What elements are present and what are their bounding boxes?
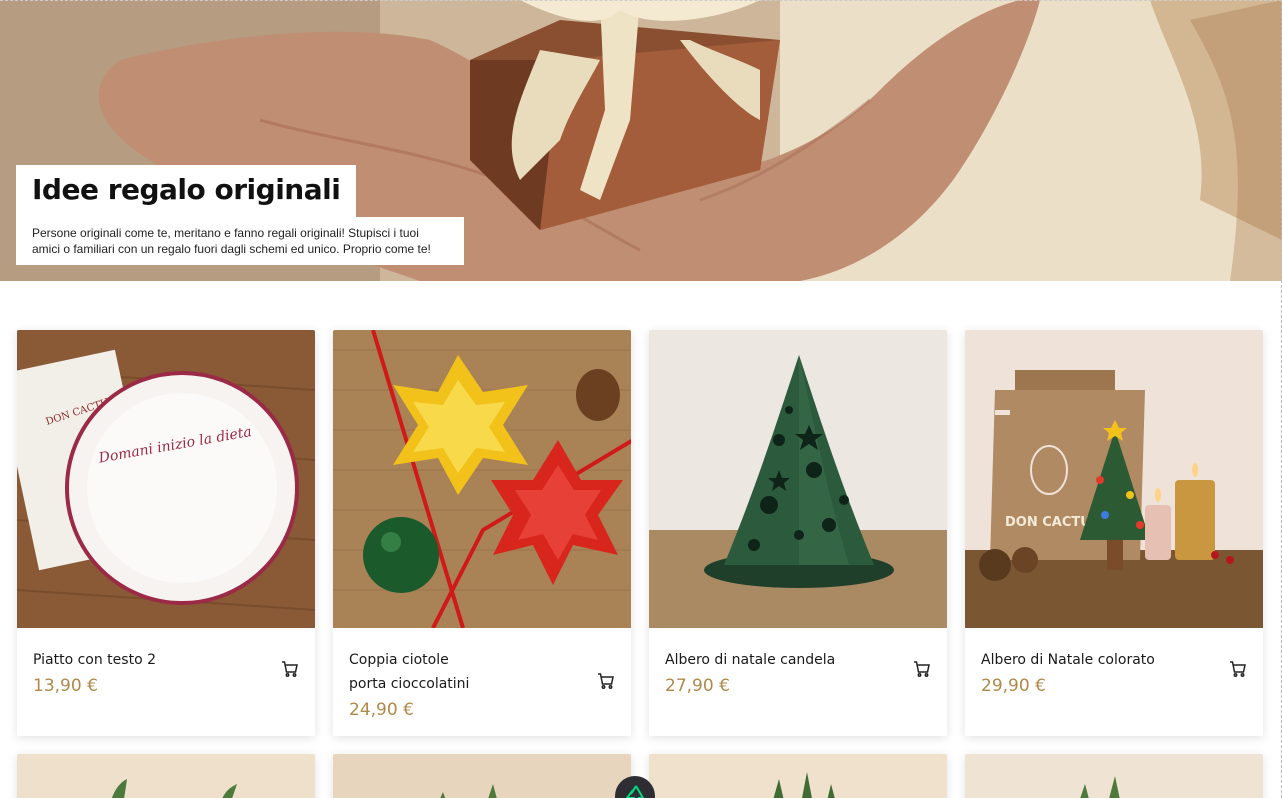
hero-description: Persone originali come te, meritano e fa… [32, 226, 431, 256]
product-card[interactable] [649, 754, 947, 798]
product-image[interactable] [649, 330, 947, 628]
product-image[interactable] [649, 754, 947, 798]
product-price: 27,90 € [665, 676, 730, 696]
product-image[interactable] [333, 330, 631, 628]
product-image[interactable] [333, 754, 631, 798]
product-price: 29,90 € [981, 676, 1046, 696]
shopping-cart-icon[interactable] [597, 672, 615, 690]
product-card[interactable] [17, 754, 315, 798]
viewport-top-border [0, 0, 1282, 1]
hero-banner: Idee regalo originali Persone originali … [0, 0, 1282, 281]
product-card[interactable] [965, 754, 1263, 798]
product-card[interactable]: Coppia ciotole porta cioccolatini 24,90 … [333, 330, 631, 736]
product-image[interactable] [965, 754, 1263, 798]
hero-description-box: Persone originali come te, meritano e fa… [16, 217, 464, 265]
shopping-cart-icon[interactable] [281, 660, 299, 678]
product-name[interactable]: Piatto con testo 2 [33, 648, 253, 672]
product-name[interactable]: Albero di Natale colorato [981, 648, 1201, 672]
product-price: 24,90 € [349, 700, 414, 720]
product-image[interactable] [17, 754, 315, 798]
product-name[interactable]: Coppia ciotole porta cioccolatini [349, 648, 489, 696]
product-image[interactable]: DON CACTUS [965, 330, 1263, 628]
product-card[interactable]: DON CACTUS Domani inizio la dieta Piatto… [17, 330, 315, 736]
shopping-cart-icon[interactable] [913, 660, 931, 678]
product-name[interactable]: Albero di natale candela [665, 648, 885, 672]
product-image[interactable]: DON CACTUS Domani inizio la dieta [17, 330, 315, 628]
page: Idee regalo originali Persone originali … [0, 0, 1282, 798]
product-info: Albero di natale candela 27,90 € [649, 628, 947, 736]
product-info: Coppia ciotole porta cioccolatini 24,90 … [333, 628, 631, 736]
product-info: Albero di Natale colorato 29,90 € [965, 628, 1263, 736]
product-card[interactable]: DON CACTUS Albero di Natale colorato 29,… [965, 330, 1263, 736]
product-card[interactable]: Albero di natale candela 27,90 € [649, 330, 947, 736]
product-price: 13,90 € [33, 676, 98, 696]
hero-title-box: Idee regalo originali [16, 165, 357, 217]
page-title: Idee regalo originali [32, 173, 341, 206]
product-info: Piatto con testo 2 13,90 € [17, 628, 315, 736]
product-card[interactable] [333, 754, 631, 798]
shopping-cart-icon[interactable] [1229, 660, 1247, 678]
nuxt-devtools-icon [626, 785, 644, 798]
